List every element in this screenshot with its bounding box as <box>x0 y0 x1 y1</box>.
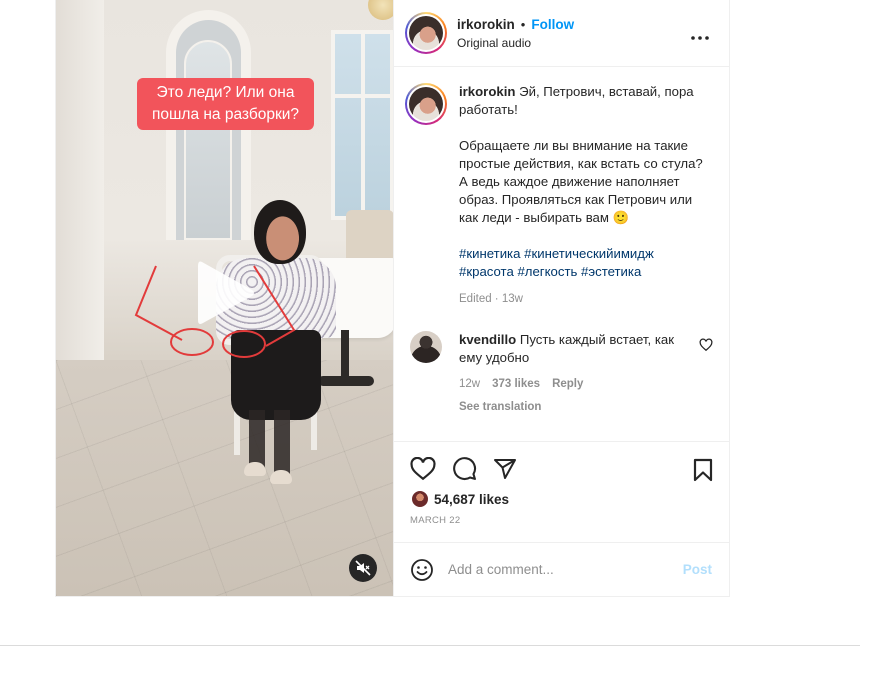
comment-bubble-icon[interactable] <box>452 456 477 481</box>
avatar-border <box>407 85 445 123</box>
post-date: MARCH 22 <box>410 515 461 526</box>
commenter-username[interactable]: kvendillo <box>459 332 516 347</box>
commenter-avatar[interactable] <box>410 331 442 363</box>
caption-hashtags[interactable]: #кинетика #кинетическийимидж #красота #л… <box>459 245 704 281</box>
caption-username[interactable]: irkorokin <box>459 84 515 99</box>
follow-button[interactable]: Follow <box>531 17 574 32</box>
caption-text: irkorokin Эй, Петрович, вставай, пора ра… <box>459 83 704 308</box>
separator-dot: • <box>520 16 526 32</box>
likes-count[interactable]: 54,687 likes <box>434 492 509 507</box>
likes-summary[interactable]: 54,687 likes <box>410 489 713 509</box>
avatar-image <box>409 87 443 121</box>
caption-paragraph: А ведь каждое движение наполняет образ. … <box>459 174 693 225</box>
author-username[interactable]: irkorokin <box>457 17 515 32</box>
avatar-border <box>407 14 445 52</box>
edited-label: Edited · 13w <box>459 293 523 305</box>
caption-avatar[interactable] <box>405 83 447 125</box>
avatar-image <box>409 16 443 50</box>
post-details-panel: irkorokin • Follow Original audio irkoro… <box>393 0 729 596</box>
caption-paragraph: Обращаете ли вы внимание на такие просты… <box>459 138 703 171</box>
post-header: irkorokin • Follow Original audio <box>394 0 729 67</box>
more-options-button[interactable] <box>691 24 709 45</box>
instagram-post: Это леди? Или она пошла на разборки? irk… <box>55 0 730 597</box>
action-icons <box>410 456 713 481</box>
liker-avatar <box>410 489 430 509</box>
comment-text-line: kvendillo Пусть каждый встает, как ему у… <box>459 331 691 367</box>
comment-likes[interactable]: 373 likes <box>492 375 540 393</box>
emoji-smiley-icon[interactable] <box>410 558 434 582</box>
caption-first-line: irkorokin Эй, Петрович, вставай, пора ра… <box>459 83 704 119</box>
comment-reply-button[interactable]: Reply <box>552 375 583 393</box>
caption: irkorokin Эй, Петрович, вставай, пора ра… <box>405 83 715 308</box>
post-media-video[interactable]: Это леди? Или она пошла на разборки? <box>56 0 393 596</box>
more-horizontal-icon <box>691 36 709 40</box>
see-translation-link[interactable]: See translation <box>459 398 691 416</box>
video-overlay-caption: Это леди? Или она пошла на разборки? <box>137 78 314 130</box>
speaker-muted-icon <box>355 560 371 576</box>
audio-link[interactable]: Original audio <box>457 36 574 50</box>
add-comment-bar: Post <box>394 542 729 596</box>
header-text: irkorokin • Follow Original audio <box>457 17 574 50</box>
save-bookmark-icon[interactable] <box>693 458 713 482</box>
header-line: irkorokin • Follow <box>457 17 574 32</box>
comment-like-heart-icon[interactable] <box>699 338 713 352</box>
post-actions: 54,687 likes MARCH 22 <box>394 441 729 542</box>
like-heart-icon[interactable] <box>410 456 436 481</box>
post-comment-button[interactable]: Post <box>683 562 712 577</box>
comments-section: irkorokin Эй, Петрович, вставай, пора ра… <box>394 67 729 441</box>
page-divider <box>0 645 860 646</box>
comment-input[interactable] <box>448 562 668 577</box>
comment-body: kvendillo Пусть каждый встает, как ему у… <box>459 331 691 416</box>
mute-toggle-button[interactable] <box>349 554 377 582</box>
author-avatar[interactable] <box>405 12 447 54</box>
share-paper-plane-icon[interactable] <box>493 457 517 481</box>
comment-time[interactable]: 12w <box>459 375 480 393</box>
comment-meta: 12w 373 likes Reply <box>459 375 691 393</box>
comment-item: kvendillo Пусть каждый встает, как ему у… <box>405 331 715 416</box>
play-icon[interactable] <box>194 258 258 328</box>
